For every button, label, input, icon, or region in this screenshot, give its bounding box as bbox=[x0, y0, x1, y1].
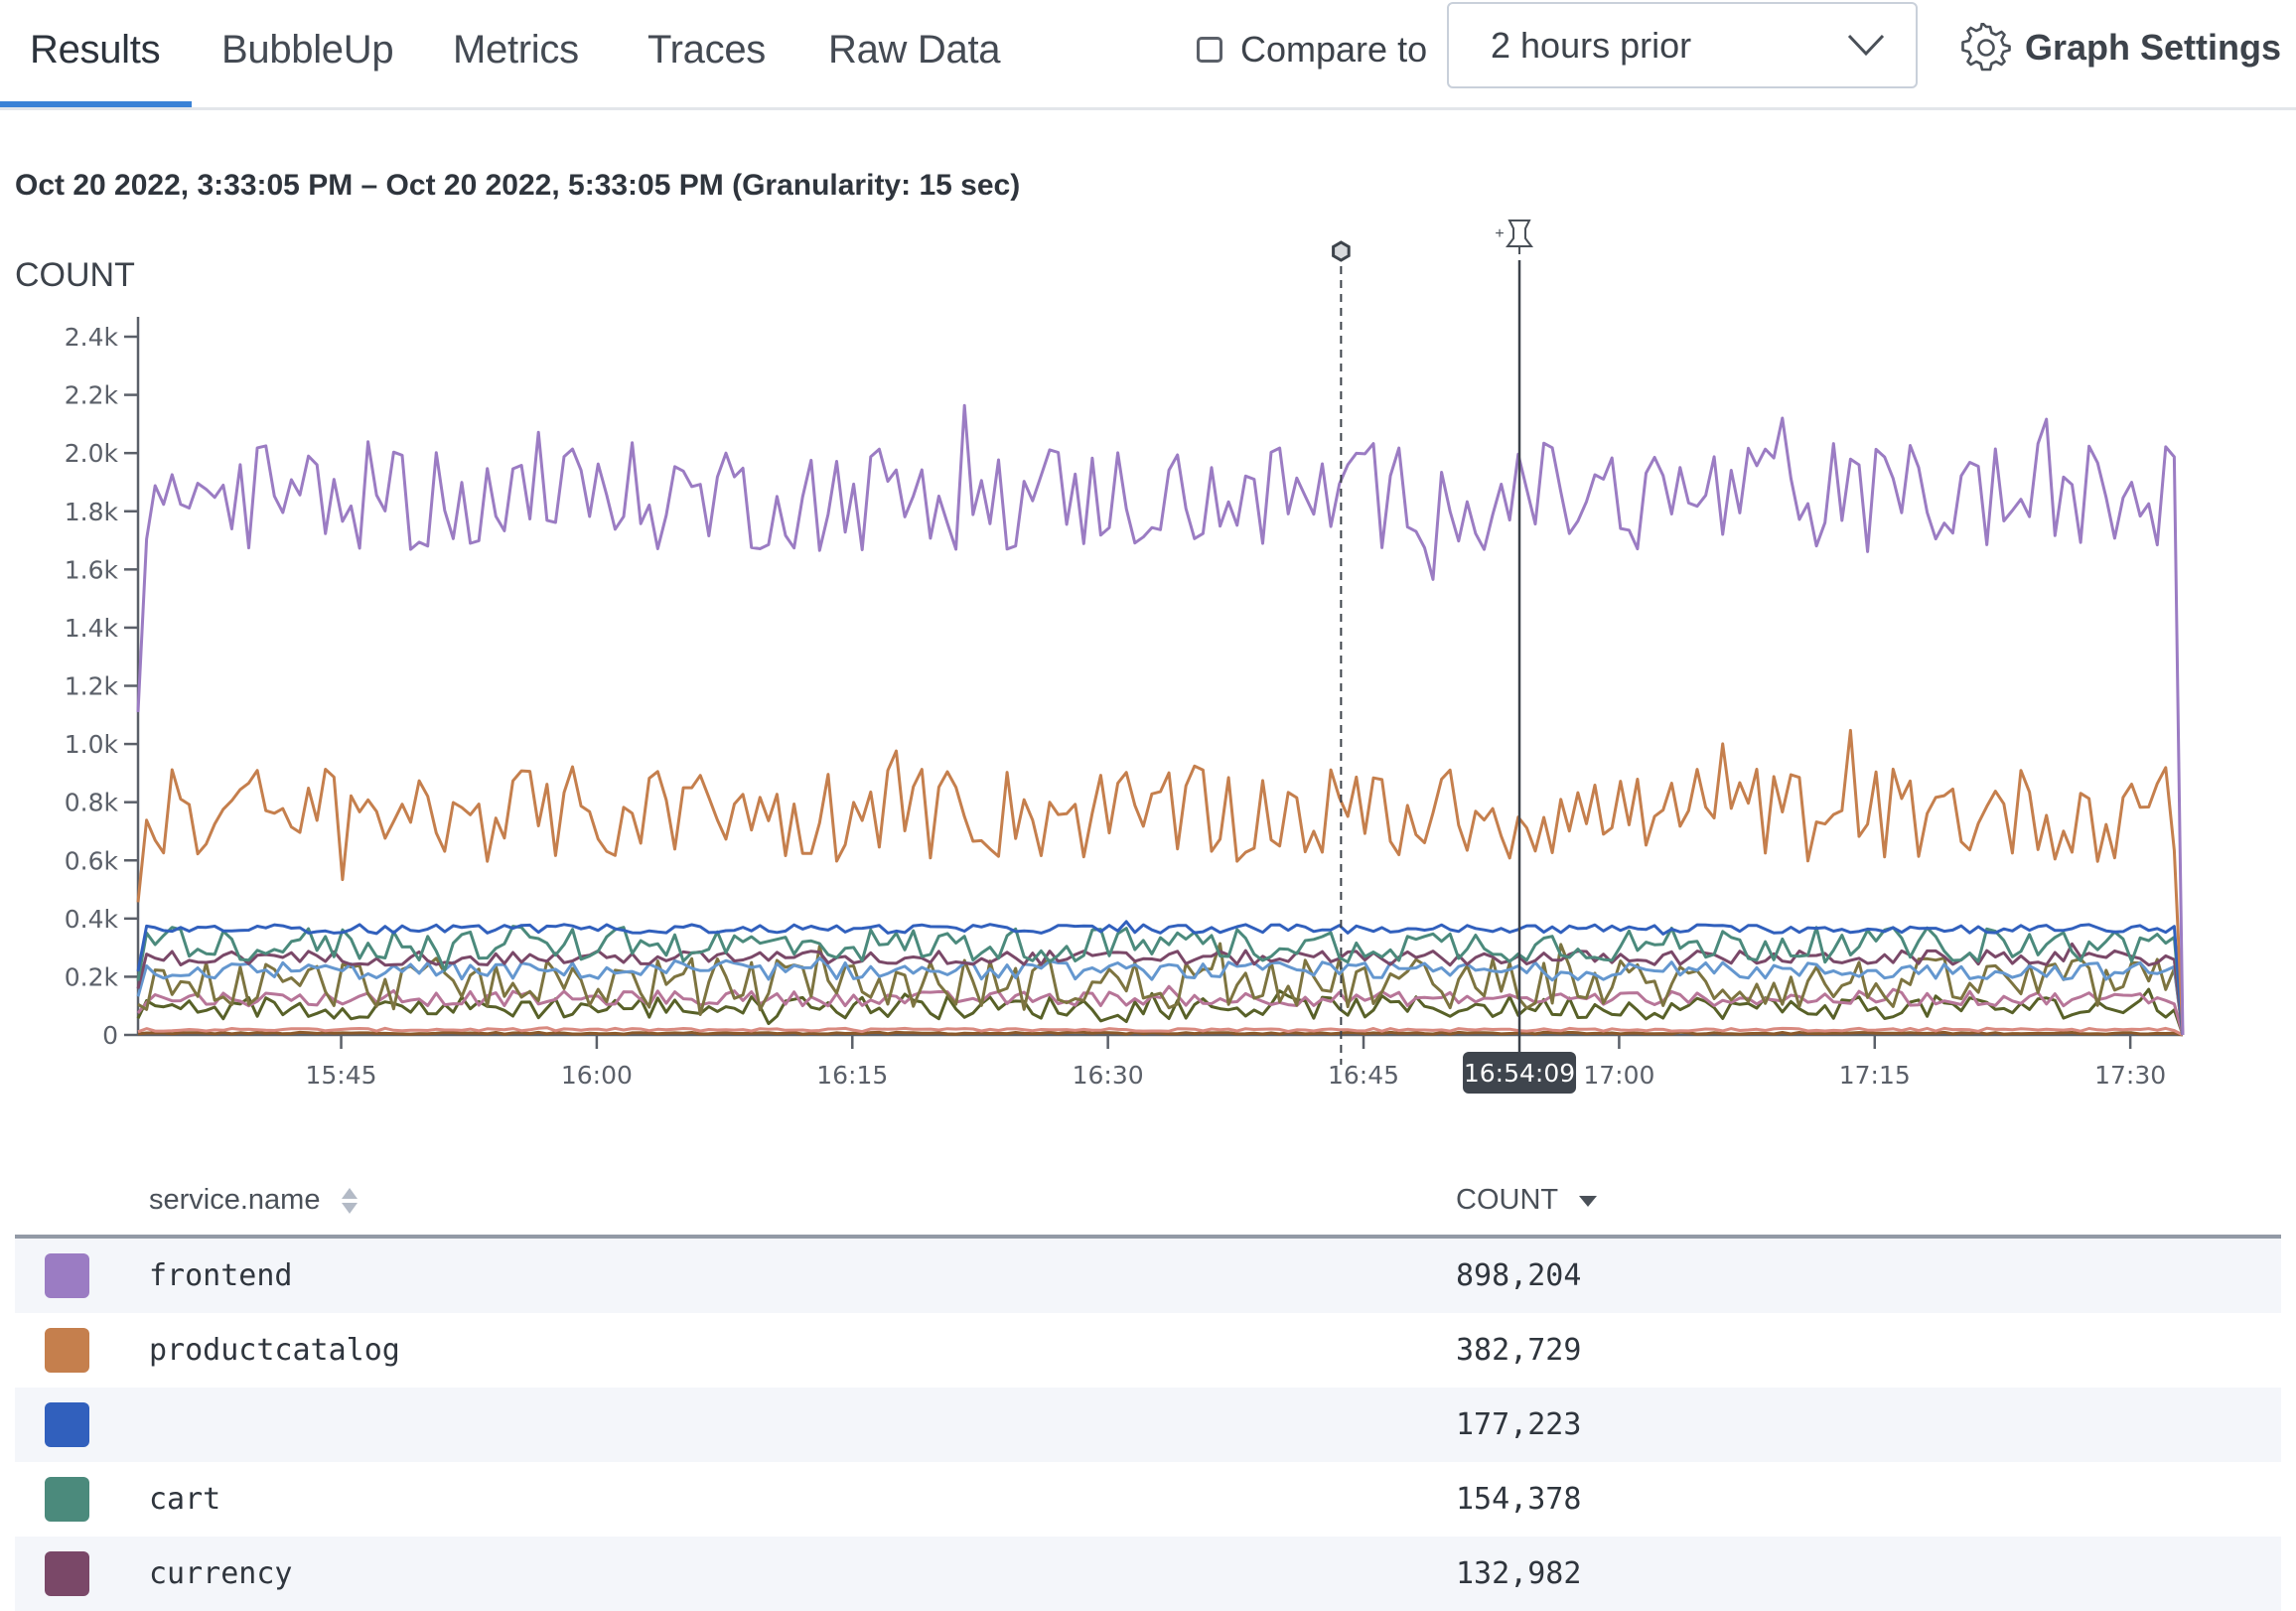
table-row[interactable]: 177,223 bbox=[15, 1388, 2281, 1462]
y-tick-label: 0.4k bbox=[65, 905, 119, 934]
x-tick-label: 17:00 bbox=[1583, 1061, 1654, 1090]
line-chart[interactable]: 0 0.2k 0.4k 0.6k 0.8k 1.0k 1.2k 1.4k 1.6k 1.8k 2.0… bbox=[0, 219, 2296, 1112]
table-row[interactable]: currency 132,982 bbox=[15, 1537, 2281, 1611]
chevron-down-icon bbox=[1847, 34, 1885, 57]
y-tick-label: 1.6k bbox=[65, 555, 119, 584]
column-header-count[interactable]: COUNT bbox=[1456, 1184, 1598, 1217]
series-lines bbox=[136, 403, 2185, 1037]
tab-traces[interactable]: Traces bbox=[647, 20, 766, 79]
series-line-cart bbox=[136, 925, 2185, 1036]
column-header-service-name[interactable]: service.name bbox=[149, 1184, 359, 1217]
pin-icon bbox=[1506, 220, 1534, 254]
series-line-productcatalog bbox=[136, 728, 2185, 1036]
y-tick-label: 0.8k bbox=[65, 789, 119, 817]
hexagon-marker-icon bbox=[1332, 240, 1351, 262]
series-line-currency bbox=[136, 942, 2185, 1036]
y-tick-label: 0.6k bbox=[65, 846, 119, 875]
tab-bubbleup[interactable]: BubbleUp bbox=[221, 20, 394, 79]
column-header-label: COUNT bbox=[1456, 1184, 1558, 1216]
time-range-label: Oct 20 2022, 3:33:05 PM – Oct 20 2022, 5… bbox=[15, 169, 1021, 202]
count-cell: 898,204 bbox=[1456, 1258, 1582, 1293]
service-name-cell: productcatalog bbox=[149, 1333, 400, 1368]
series-color-swatch bbox=[45, 1402, 89, 1447]
y-tick-label: 1.8k bbox=[65, 498, 119, 526]
y-tick-label: 2.0k bbox=[65, 439, 119, 468]
tab-bar: Results BubbleUp Metrics Traces Raw Data… bbox=[0, 0, 2296, 110]
table-row[interactable]: frontend 898,204 bbox=[15, 1239, 2281, 1313]
column-header-label: service.name bbox=[149, 1184, 321, 1216]
table-row[interactable]: cart 154,378 bbox=[15, 1462, 2281, 1537]
y-tick-label: 0.2k bbox=[65, 962, 119, 991]
series-color-swatch bbox=[45, 1551, 89, 1596]
compare-period-select[interactable]: 2 hours prior bbox=[1447, 2, 1918, 88]
y-axis: 0 0.2k 0.4k 0.6k 0.8k 1.0k 1.2k 1.4k 1.6k 1.8k 2.0… bbox=[65, 317, 140, 1050]
compare-period-value: 2 hours prior bbox=[1491, 25, 1692, 66]
tab-results[interactable]: Results bbox=[30, 20, 161, 79]
series-color-swatch bbox=[45, 1328, 89, 1373]
sort-both-icon bbox=[341, 1188, 358, 1215]
count-cell: 154,378 bbox=[1456, 1482, 1582, 1517]
x-tick-label: 16:00 bbox=[561, 1061, 633, 1090]
sort-descending-icon bbox=[1578, 1196, 1597, 1208]
gear-icon bbox=[1961, 23, 2011, 72]
active-tab-indicator bbox=[0, 101, 192, 107]
y-tick-label: 0 bbox=[102, 1021, 118, 1050]
compare-toggle[interactable]: Compare to bbox=[1197, 20, 1427, 79]
y-tick-label: 1.0k bbox=[65, 730, 119, 759]
chart-markers: +16:54:09 bbox=[1332, 220, 1577, 1094]
graph-settings-button[interactable]: Graph Settings bbox=[1961, 18, 2281, 77]
y-tick-label: 1.2k bbox=[65, 672, 119, 701]
series-color-swatch bbox=[45, 1477, 89, 1522]
series-color-swatch bbox=[45, 1253, 89, 1298]
y-tick-label: 2.2k bbox=[65, 381, 119, 410]
graph-settings-label: Graph Settings bbox=[2025, 27, 2282, 68]
service-name-cell: frontend bbox=[149, 1258, 293, 1293]
x-tick-label: 17:30 bbox=[2094, 1061, 2166, 1090]
series-line-unnamed bbox=[137, 942, 2185, 1036]
service-name-cell: cart bbox=[149, 1482, 221, 1517]
x-tick-label: 16:30 bbox=[1073, 1061, 1144, 1090]
compare-label: Compare to bbox=[1240, 29, 1428, 70]
x-axis: 15:45 16:00 16:15 16:30 16:45 17:00 17:15 17:30 bbox=[138, 1033, 2183, 1090]
x-tick-label: 17:15 bbox=[1839, 1061, 1911, 1090]
tab-metrics[interactable]: Metrics bbox=[453, 20, 579, 79]
tab-raw-data[interactable]: Raw Data bbox=[828, 20, 1001, 79]
x-tick-label: 16:45 bbox=[1328, 1061, 1399, 1090]
y-tick-label: 2.4k bbox=[65, 323, 119, 352]
crosshair-time-label: 16:54:09 bbox=[1464, 1059, 1575, 1088]
pin-plus-icon: + bbox=[1495, 225, 1504, 242]
count-cell: 177,223 bbox=[1456, 1407, 1582, 1442]
compare-checkbox[interactable] bbox=[1197, 37, 1222, 63]
table-row[interactable]: productcatalog 382,729 bbox=[15, 1313, 2281, 1388]
x-tick-label: 16:15 bbox=[816, 1061, 888, 1090]
count-cell: 132,982 bbox=[1456, 1556, 1582, 1591]
count-cell: 382,729 bbox=[1456, 1333, 1582, 1368]
x-tick-label: 15:45 bbox=[306, 1061, 377, 1090]
y-tick-label: 1.4k bbox=[65, 614, 119, 643]
service-name-cell: currency bbox=[149, 1556, 293, 1591]
